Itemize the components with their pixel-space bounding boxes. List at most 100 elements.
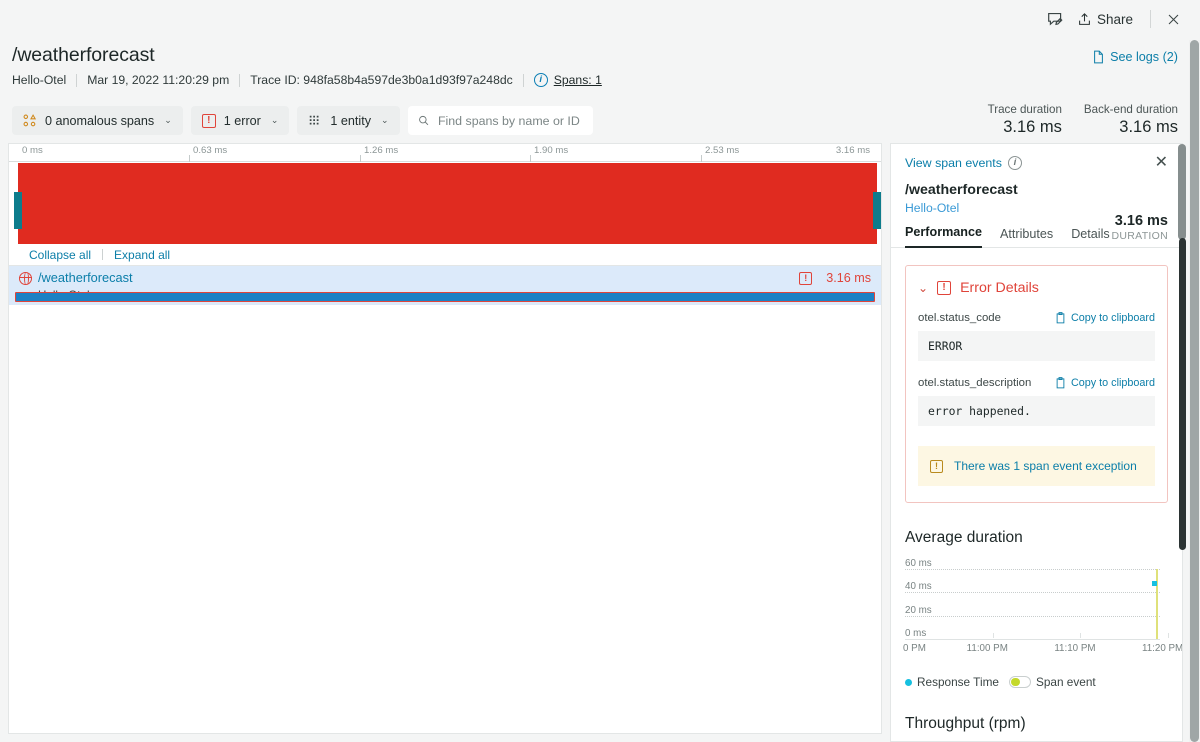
anomalous-spans-label: 0 anomalous spans: [45, 113, 155, 128]
span-metrics: ! 3.16 ms: [799, 271, 871, 285]
trace-detail-page: Share /weatherforecast Hello-Otel Mar 19…: [0, 0, 1200, 742]
chevron-down-icon: ⌄: [381, 115, 389, 125]
trace-selection-region[interactable]: [18, 163, 877, 248]
x-axis-tick: [1080, 633, 1082, 638]
x-axis-tick: [1168, 633, 1169, 638]
x-axis-tick-label: 11:00 PM: [966, 643, 1008, 654]
search-input[interactable]: [437, 113, 583, 128]
legend-response-time-label: Response Time: [917, 675, 999, 689]
x-axis-tick-label: 11:10 PM: [1054, 643, 1096, 654]
copy-label: Copy to clipboard: [1070, 312, 1155, 324]
timeline-tick-line: [530, 155, 531, 162]
tab-attributes[interactable]: Attributes: [1000, 227, 1053, 248]
tab-performance[interactable]: Performance: [905, 225, 982, 248]
timeline-tick-label: 3.16 ms: [835, 145, 870, 156]
timeline-tick-label: 1.26 ms: [364, 145, 399, 156]
entities-filter[interactable]: 1 entity ⌄: [297, 106, 400, 135]
y-axis-tick-label: 0 ms: [905, 628, 927, 639]
page-scrollbar-thumb[interactable]: [1190, 40, 1199, 742]
info-icon: i: [1007, 156, 1022, 170]
view-span-events-label: View span events: [905, 156, 1002, 170]
backend-duration: Back-end duration 3.16 ms: [1084, 103, 1178, 137]
trace-duration-label: Trace duration: [987, 103, 1062, 116]
filter-bar: 0 anomalous spans ⌄ ! 1 error ⌄ 1 entity…: [12, 106, 593, 135]
detail-title: /weatherforecast: [905, 182, 1018, 198]
clipboard-icon: [1056, 312, 1065, 324]
status-code-label: otel.status_code: [918, 312, 1001, 324]
span-event-exception-banner[interactable]: ! There was 1 span event exception: [918, 446, 1155, 486]
legend-span-event[interactable]: Span event: [1008, 675, 1096, 689]
detail-panel-scrollbar-upper[interactable]: [1178, 144, 1186, 240]
span-event-exception-label: There was 1 span event exception: [954, 459, 1137, 473]
status-code-row: otel.status_code Copy to clipboard: [918, 312, 1155, 324]
document-icon: [1094, 50, 1103, 64]
copy-status-code-button[interactable]: Copy to clipboard: [1055, 312, 1155, 324]
grid-line: [905, 592, 1160, 594]
timeline-tick-line: [360, 155, 361, 162]
legend-response-time[interactable]: Response Time: [905, 675, 999, 689]
page-header: /weatherforecast Hello-Otel Mar 19, 2022…: [0, 44, 1200, 100]
error-details-header[interactable]: ⌄ ! Error Details: [918, 280, 1155, 296]
search-box[interactable]: [407, 106, 593, 135]
x-axis-tick-label: 0 PM: [903, 643, 926, 654]
detail-panel-top: View span events i ✕: [891, 144, 1182, 171]
status-description-value: error happened.: [918, 396, 1155, 426]
throughput-title: Throughput (rpm): [905, 715, 1026, 732]
average-duration-chart[interactable]: 60 ms 40 ms 20 ms 0 ms 0 PM 11:00 PM 11:10 PM 1…: [897, 558, 1182, 654]
anomaly-icon: [23, 113, 37, 126]
table-row[interactable]: /weatherforecast ! 3.16 ms Hello-Otel: [9, 266, 881, 305]
collapse-all-link[interactable]: Collapse all: [29, 248, 91, 262]
timeline-tick-label: 2.53 ms: [705, 145, 740, 156]
error-icon: !: [937, 281, 952, 295]
view-span-events-link[interactable]: View span events i: [905, 156, 1022, 170]
legend-span-event-label: Span event: [1035, 675, 1096, 689]
span-name[interactable]: /weatherforecast: [38, 270, 133, 285]
status-code-value: ERROR: [918, 331, 1155, 361]
selection-handle-left[interactable]: [14, 192, 22, 229]
tab-details[interactable]: Details: [1071, 227, 1110, 248]
span-event-toggle[interactable]: [1008, 676, 1031, 688]
meta-divider: [76, 73, 78, 87]
see-logs-link[interactable]: See logs (2): [1092, 50, 1178, 64]
detail-panel-identity: /weatherforecast Hello-Otel Performance …: [891, 182, 1182, 248]
response-time-dot-icon: [905, 678, 912, 686]
y-axis-tick-label: 40 ms: [905, 581, 932, 593]
response-time-data-point[interactable]: [1152, 581, 1158, 586]
span-bar[interactable]: [15, 292, 875, 302]
warning-icon: !: [930, 459, 943, 473]
close-icon[interactable]: [1160, 6, 1186, 32]
search-icon: [418, 115, 428, 126]
anomalous-spans-filter[interactable]: 0 anomalous spans ⌄: [12, 106, 183, 135]
feedback-icon[interactable]: [1043, 6, 1069, 32]
top-bar: Share: [0, 0, 1200, 38]
detail-duration-label: DURATION: [1111, 230, 1168, 242]
timeline-ruler: 0 ms 0.63 ms 1.26 ms 1.90 ms 2.53 ms 3.16 ms: [9, 144, 881, 162]
span-identity: /weatherforecast: [18, 270, 799, 285]
spans-count-link[interactable]: Spans: 1: [554, 73, 602, 87]
trace-duration-value: 3.16 ms: [1003, 118, 1062, 136]
clipboard-icon: [1056, 377, 1065, 389]
page-title: /weatherforecast: [12, 44, 155, 66]
expand-collapse-bar: Collapse all Expand all: [8, 244, 882, 266]
detail-duration: 3.16 ms DURATION: [1112, 213, 1168, 242]
selection-handle-right[interactable]: [873, 192, 881, 229]
errors-filter[interactable]: ! 1 error ⌄: [190, 106, 290, 135]
expand-all-link[interactable]: Expand all: [114, 248, 170, 262]
trace-duration: Trace duration 3.16 ms: [988, 103, 1062, 137]
span-event-marker[interactable]: [1156, 569, 1159, 639]
close-panel-icon[interactable]: ✕: [1155, 155, 1168, 171]
x-axis-tick: [992, 633, 994, 638]
chevron-down-icon: ⌄: [270, 115, 279, 125]
y-axis-tick-label: 60 ms: [905, 558, 932, 569]
error-details-title: Error Details: [960, 280, 1039, 296]
share-button[interactable]: Share: [1069, 12, 1141, 27]
chevron-down-icon: ⌄: [164, 115, 172, 125]
trace-id: Trace ID: 948fa58b4a597de3b0a1d93f97a248…: [250, 73, 513, 87]
error-details-card: ⌄ ! Error Details otel.status_code Copy …: [905, 265, 1168, 503]
detail-panel-scrollbar-thumb[interactable]: [1179, 238, 1186, 550]
chart-legend: Response Time Span event: [905, 675, 1182, 689]
timeline-tick-label: 0 ms: [22, 145, 43, 156]
copy-status-description-button[interactable]: Copy to clipboard: [1055, 377, 1155, 389]
status-description-label: otel.status_description: [918, 377, 1032, 389]
duration-summary: Trace duration 3.16 ms Back-end duration…: [988, 103, 1178, 137]
